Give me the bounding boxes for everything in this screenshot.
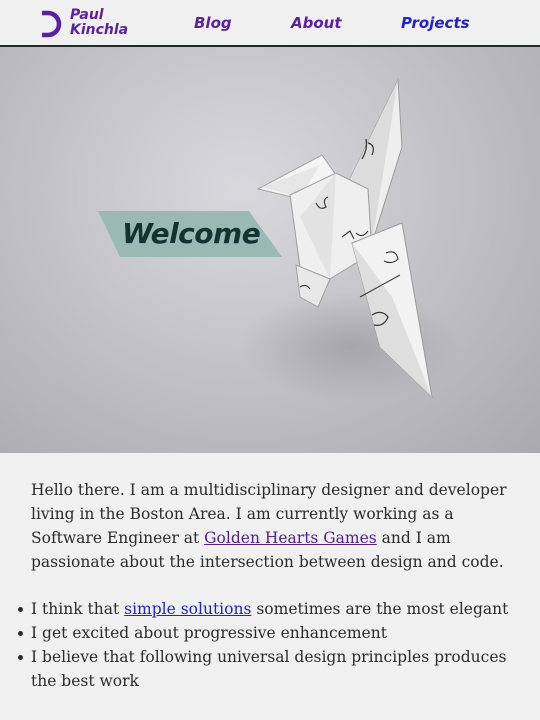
nav-blog-link[interactable]: Blog (194, 14, 232, 32)
site-logo-text[interactable]: Paul Kinchla (70, 8, 128, 38)
nav-about-link[interactable]: About (291, 14, 342, 32)
site-header: Paul Kinchla Blog About Projects (0, 0, 540, 47)
list-item-text-end: sometimes are the most elegant (251, 600, 509, 618)
list-item: I get excited about progressive enhancem… (18, 621, 511, 645)
list-item: I think that simple solutions sometimes … (18, 597, 511, 621)
list-item-text-start: I think that (31, 600, 125, 618)
intro-paragraph: Hello there. I am a multidisciplinary de… (31, 478, 511, 574)
logo-last-name[interactable]: Kinchla (70, 23, 128, 38)
nav-projects-link[interactable]: Projects (401, 14, 470, 32)
hero-image: Welcome (0, 47, 540, 453)
beliefs-list: I think that simple solutions sometimes … (18, 597, 511, 693)
welcome-heading: Welcome (122, 217, 261, 250)
logo-first-name[interactable]: Paul (70, 8, 128, 23)
list-item-text: I get excited about progressive enhancem… (31, 624, 387, 642)
logo-d-icon[interactable] (38, 9, 62, 39)
list-item: I believe that following universal desig… (18, 645, 511, 693)
simple-solutions-link[interactable]: simple solutions (124, 600, 251, 618)
list-item-text: I believe that following universal desig… (31, 648, 507, 690)
golden-hearts-games-link[interactable]: Golden Hearts Games (204, 529, 377, 547)
